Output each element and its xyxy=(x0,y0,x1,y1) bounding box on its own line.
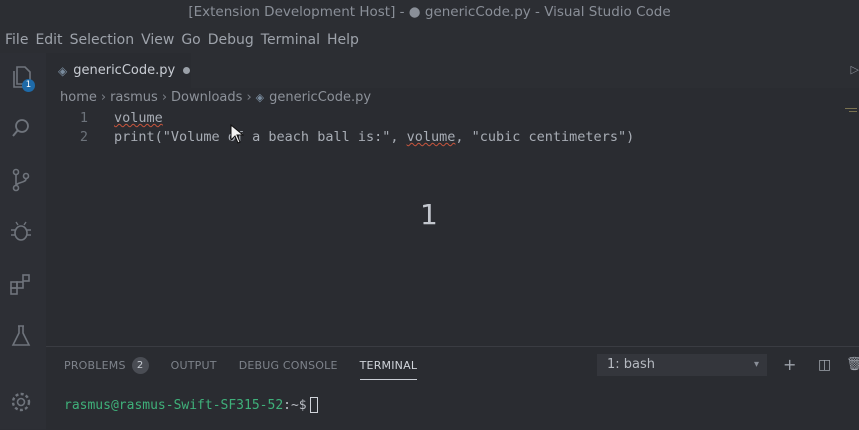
terminal-select[interactable]: 1: bash ▾ xyxy=(597,354,767,376)
menu-file[interactable]: File xyxy=(3,32,30,48)
menu-terminal[interactable]: Terminal xyxy=(259,32,322,48)
minimap-line xyxy=(849,111,857,112)
breadcrumb-downloads[interactable]: Downloads xyxy=(171,90,242,105)
minimap[interactable] xyxy=(845,108,857,109)
activity-bar: 1 xyxy=(0,53,46,429)
explorer-badge: 1 xyxy=(22,79,35,92)
menu-selection[interactable]: Selection xyxy=(68,32,137,48)
chevron-right-icon: › xyxy=(161,90,168,105)
breadcrumb-rasmus[interactable]: rasmus xyxy=(110,90,158,105)
menu-go[interactable]: Go xyxy=(179,32,202,48)
code-line: 2 print("Volume of a beach ball is:", vo… xyxy=(46,128,634,147)
line-number: 1 xyxy=(79,110,88,126)
python-file-icon: ◈ xyxy=(58,63,68,78)
menu-debug[interactable]: Debug xyxy=(206,32,256,48)
mouse-pointer-icon xyxy=(230,124,244,144)
chevron-right-icon: › xyxy=(246,90,252,105)
breadcrumb-file[interactable]: genericCode.py xyxy=(269,90,371,105)
python-file-icon: ◈ xyxy=(255,91,265,104)
breadcrumb-home[interactable]: home xyxy=(60,90,97,105)
menu-bar: File Edit Selection View Go Debug Termin… xyxy=(0,26,859,53)
window-title: [Extension Development Host] - ● generic… xyxy=(0,0,859,26)
bottom-panel: PROBLEMS 2 OUTPUT DEBUG CONSOLE TERMINAL… xyxy=(46,346,859,430)
trash-icon[interactable]: 🗑 xyxy=(846,357,859,372)
code-line: 1 volume xyxy=(46,109,634,128)
tab-label: genericCode.py xyxy=(73,63,176,78)
search-icon[interactable] xyxy=(8,115,34,141)
problems-count-badge: 2 xyxy=(131,357,149,374)
tab-debug-console[interactable]: DEBUG CONSOLE xyxy=(239,357,338,380)
tab-output[interactable]: OUTPUT xyxy=(171,357,217,380)
breadcrumb: home › rasmus › Downloads › ◈ genericCod… xyxy=(60,90,371,105)
code-token: volume xyxy=(406,129,456,145)
test-flask-icon[interactable] xyxy=(8,323,34,349)
chevron-down-icon: ▾ xyxy=(753,359,759,370)
panel-tabs: PROBLEMS 2 OUTPUT DEBUG CONSOLE TERMINAL xyxy=(64,357,439,380)
editor-tabs: ◈ genericCode.py ▷ xyxy=(46,53,859,88)
run-triangle-icon[interactable]: ▷ xyxy=(851,63,859,76)
overlay-number: 1 xyxy=(420,198,438,231)
terminal-cursor xyxy=(309,397,318,413)
menu-help[interactable]: Help xyxy=(325,32,361,48)
add-terminal-icon[interactable]: + xyxy=(783,355,796,374)
tab-problems[interactable]: PROBLEMS 2 xyxy=(64,357,149,380)
menu-edit[interactable]: Edit xyxy=(33,32,64,48)
editor-area: ◈ genericCode.py ▷ home › rasmus › Downl… xyxy=(46,53,859,346)
terminal-prompt-user: rasmus@rasmus-Swift-SF315-52 xyxy=(64,397,284,413)
split-terminal-icon[interactable]: ◫ xyxy=(818,357,831,373)
chevron-right-icon: › xyxy=(100,90,107,105)
settings-gear-icon[interactable] xyxy=(8,389,34,415)
code-editor[interactable]: 1 volume 2 print("Volume of a beach ball… xyxy=(46,109,634,147)
code-token: volume xyxy=(114,110,163,126)
code-token: , "cubic centimeters") xyxy=(455,129,635,145)
terminal-output[interactable]: rasmus@rasmus-Swift-SF315-52 :~$ xyxy=(64,397,318,413)
source-control-icon[interactable] xyxy=(8,167,34,193)
tab-terminal[interactable]: TERMINAL xyxy=(359,357,418,380)
code-token: print("Volume of a beach ball is:", xyxy=(114,129,407,145)
unsaved-dot-icon[interactable] xyxy=(183,67,191,74)
debug-icon[interactable] xyxy=(8,219,34,245)
terminal-prompt-path: :~$ xyxy=(283,397,307,413)
extensions-icon[interactable] xyxy=(8,271,34,297)
menu-view[interactable]: View xyxy=(139,32,176,48)
line-number: 2 xyxy=(79,129,88,145)
tab-problems-label: PROBLEMS xyxy=(64,359,126,372)
tab-genericcode-py[interactable]: ◈ genericCode.py xyxy=(46,53,191,88)
